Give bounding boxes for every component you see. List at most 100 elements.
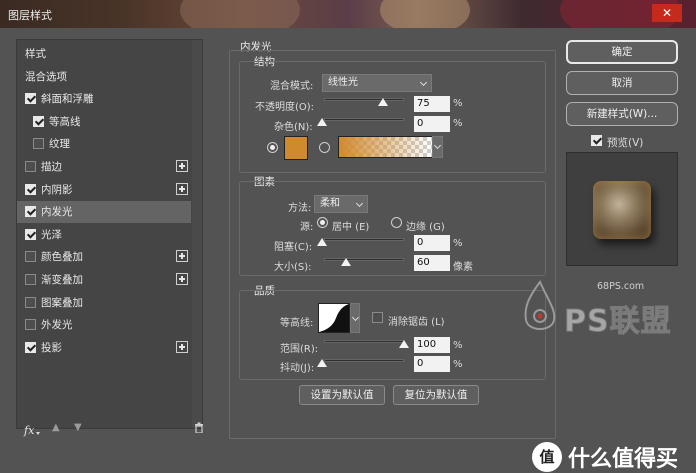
jitter-label: 抖动(J):	[280, 363, 315, 374]
contour-curve	[319, 304, 349, 332]
jitter-slider-knob[interactable]	[317, 359, 327, 367]
source-edge-label[interactable]: 边缘 (G)	[406, 218, 445, 233]
source-center-radio[interactable]	[317, 217, 328, 228]
sidebar-item-checkbox[interactable]	[25, 228, 36, 240]
sidebar-item-checkbox[interactable]	[25, 296, 36, 308]
styles-list: 样式 混合选项 斜面和浮雕 等高线纹理描边 内阴影内发光光泽颜色叠加渐变叠加 图案叠加外发…	[16, 39, 203, 429]
fx-button[interactable]: fx	[24, 424, 34, 437]
sidebar-item-checkbox[interactable]	[25, 251, 36, 263]
technique-label: 方法:	[288, 203, 312, 214]
move-up-icon[interactable]: ▲	[52, 422, 60, 433]
source-center-label[interactable]: 居中 (E)	[332, 218, 369, 233]
sidebar-item[interactable]: 外发光	[17, 314, 191, 336]
ps-league-logo-icon	[518, 280, 562, 338]
chevron-down-icon	[433, 141, 442, 150]
sidebar-item-label: 外发光	[41, 319, 73, 332]
gradient-dropdown[interactable]	[432, 136, 443, 158]
fx-dropdown-icon[interactable]	[36, 432, 40, 435]
sidebar-item-label: 内发光	[41, 206, 73, 219]
noise-slider-knob[interactable]	[317, 118, 327, 126]
add-effect-icon[interactable]	[176, 182, 188, 195]
sidebar-item[interactable]: 斜面和浮雕	[17, 88, 191, 110]
new-style-button[interactable]: 新建样式(W)...	[566, 102, 678, 126]
choke-slider[interactable]	[324, 238, 404, 241]
add-effect-icon[interactable]	[176, 250, 188, 263]
size-slider[interactable]	[324, 258, 404, 261]
title-bar: 图层样式 ✕	[0, 0, 696, 28]
technique-select[interactable]: 柔和	[314, 195, 368, 213]
blend-mode-select[interactable]: 线性光	[322, 74, 432, 92]
add-effect-icon[interactable]	[176, 160, 188, 172]
sidebar-item-checkbox[interactable]	[25, 274, 36, 285]
sidebar-item[interactable]: 内阴影	[17, 179, 191, 201]
styles-list-scrollbar[interactable]	[192, 40, 202, 428]
choke-label: 阻塞(C):	[274, 242, 313, 253]
sidebar-item-checkbox[interactable]	[25, 93, 36, 105]
sidebar-item[interactable]: 等高线	[17, 111, 191, 133]
choke-unit: %	[453, 238, 463, 249]
add-effect-icon[interactable]	[176, 273, 188, 285]
range-slider[interactable]	[324, 340, 404, 343]
sidebar-item[interactable]: 光泽	[17, 224, 191, 246]
trash-icon[interactable]	[194, 422, 204, 434]
jitter-slider[interactable]	[324, 359, 404, 362]
sidebar-item[interactable]: 纹理	[17, 133, 191, 155]
sidebar-item[interactable]: 内发光	[17, 201, 191, 224]
glow-color-swatch[interactable]	[284, 136, 308, 160]
jitter-unit: %	[453, 359, 463, 370]
sidebar-item-checkbox[interactable]	[25, 341, 36, 353]
choke-slider-knob[interactable]	[317, 238, 327, 246]
antialias-checkbox[interactable]	[372, 312, 383, 323]
move-down-icon[interactable]: ▼	[74, 422, 82, 433]
opacity-input[interactable]: 75	[414, 96, 450, 112]
contour-preview[interactable]	[318, 303, 350, 333]
source-edge-radio[interactable]	[391, 217, 402, 228]
sidebar-item[interactable]: 颜色叠加	[17, 246, 191, 268]
range-slider-knob[interactable]	[399, 340, 409, 348]
cancel-button[interactable]: 取消	[566, 71, 678, 95]
sidebar-item[interactable]: 描边	[17, 156, 191, 178]
title-bar-photo	[380, 0, 470, 28]
styles-list-toolbar: fx ▲ ▼	[16, 420, 204, 442]
contour-dropdown[interactable]	[350, 303, 360, 333]
opacity-slider-knob[interactable]	[378, 98, 388, 106]
ok-button[interactable]: 确定	[566, 40, 678, 64]
close-button[interactable]: ✕	[652, 4, 682, 22]
sidebar-item-checkbox[interactable]	[25, 206, 36, 218]
sidebar-item-checkbox[interactable]	[25, 319, 36, 331]
sidebar-item[interactable]: 投影	[17, 337, 191, 359]
reset-default-button[interactable]: 复位为默认值	[393, 385, 479, 405]
solid-color-radio[interactable]	[267, 142, 278, 153]
chevron-down-icon	[351, 313, 360, 322]
window-title: 图层样式	[8, 9, 52, 22]
sidebar-item[interactable]: 渐变叠加	[17, 269, 191, 291]
jitter-input[interactable]: 0	[414, 356, 450, 372]
range-input[interactable]: 100	[414, 337, 450, 353]
size-input[interactable]: 60	[414, 255, 450, 271]
set-default-button[interactable]: 设置为默认值	[299, 385, 385, 405]
antialias-label[interactable]: 消除锯齿 (L)	[388, 313, 445, 328]
noise-slider[interactable]	[324, 118, 404, 121]
size-slider-knob[interactable]	[341, 258, 351, 266]
gradient-radio[interactable]	[319, 142, 330, 153]
choke-input[interactable]: 0	[414, 235, 450, 251]
sidebar-item-label: 纹理	[49, 138, 70, 151]
gradient-preview[interactable]	[338, 136, 433, 158]
sidebar-item[interactable]: 混合选项	[17, 66, 191, 88]
sidebar-item-checkbox[interactable]	[25, 183, 36, 195]
zhide-badge-icon: 值	[532, 442, 562, 472]
opacity-slider[interactable]	[324, 98, 404, 101]
noise-input[interactable]: 0	[414, 116, 450, 132]
blend-mode-label: 混合模式:	[270, 81, 314, 92]
sidebar-item-checkbox[interactable]	[25, 161, 36, 172]
sidebar-item[interactable]: 样式	[17, 43, 191, 65]
sidebar-item-checkbox[interactable]	[33, 115, 44, 127]
add-effect-icon[interactable]	[176, 340, 188, 353]
sidebar-item-checkbox[interactable]	[33, 138, 44, 150]
sidebar-item-label: 颜色叠加	[41, 251, 83, 264]
preview-label[interactable]: 预览(V)	[607, 135, 643, 150]
noise-label: 杂色(N):	[274, 122, 313, 133]
opacity-label: 不透明度(O):	[255, 102, 315, 113]
sidebar-item[interactable]: 图案叠加	[17, 292, 191, 314]
preview-checkbox[interactable]	[591, 135, 602, 146]
